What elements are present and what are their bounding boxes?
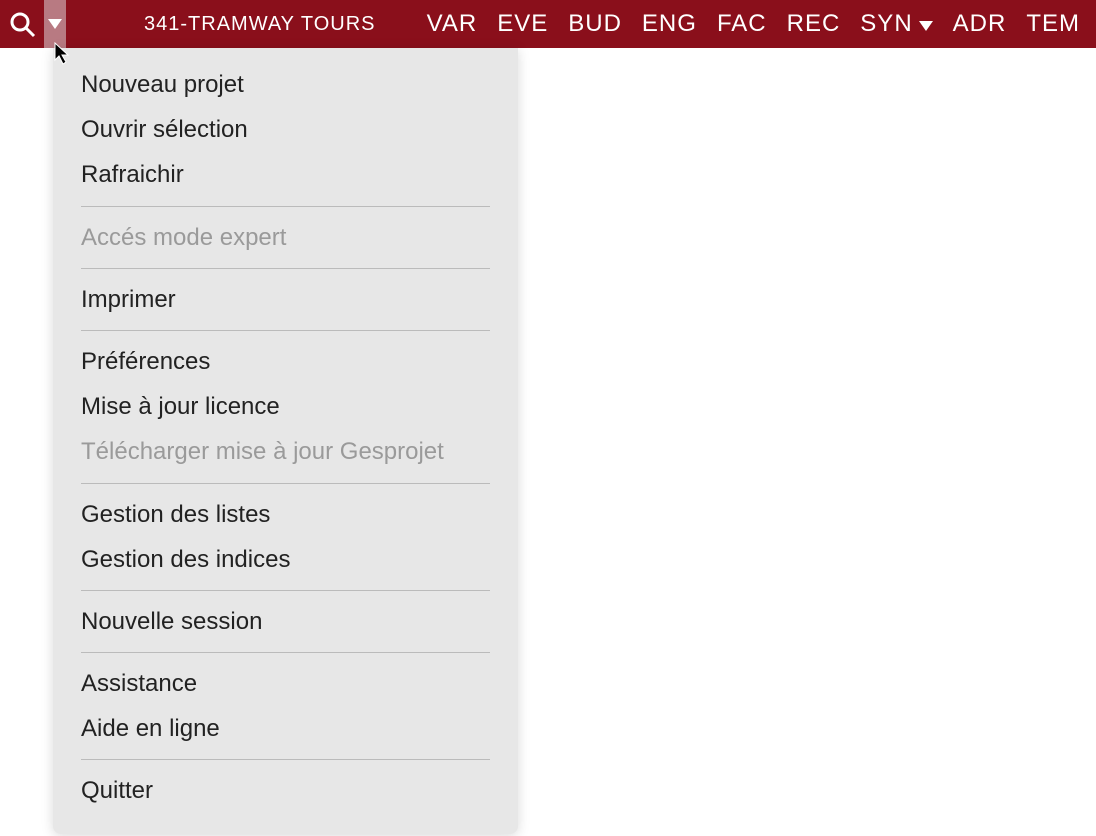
search-icon[interactable] [0, 0, 44, 48]
nav-tab-label: REC [787, 10, 841, 38]
menu-separator [81, 759, 490, 760]
menu-item[interactable]: Nouvelle session [53, 599, 518, 644]
project-title: 341-TRAMWAY TOURS [144, 13, 376, 36]
menu-separator [81, 652, 490, 653]
nav-tab-label: SYN [860, 10, 912, 38]
menu-item[interactable]: Gestion des indices [53, 537, 518, 582]
menu-item: Accés mode expert [53, 215, 518, 260]
menu-separator [81, 268, 490, 269]
topbar: 341-TRAMWAY TOURS VAR EVE BUD ENG FAC REC SYN A… [0, 0, 1096, 48]
nav-tab-eng[interactable]: ENG [632, 0, 707, 48]
nav-tab-tem[interactable]: TEM [1016, 0, 1090, 48]
nav-tab-rec[interactable]: REC [777, 0, 851, 48]
nav-tab-label: BUD [568, 10, 622, 38]
nav-tab-fac[interactable]: FAC [707, 0, 777, 48]
menu-separator [81, 206, 490, 207]
nav-tab-label: ENG [642, 10, 697, 38]
main-dropdown-menu: Nouveau projetOuvrir sélectionRafraichir… [53, 48, 518, 834]
chevron-down-icon [919, 10, 933, 38]
menu-item[interactable]: Imprimer [53, 277, 518, 322]
nav-tab-adr[interactable]: ADR [943, 0, 1017, 48]
menu-separator [81, 483, 490, 484]
nav-tab-label: EVE [497, 10, 548, 38]
nav-tab-label: ADR [953, 10, 1007, 38]
nav-tab-var[interactable]: VAR [417, 0, 488, 48]
nav-tab-bud[interactable]: BUD [558, 0, 632, 48]
menu-separator [81, 330, 490, 331]
nav-tabs: VAR EVE BUD ENG FAC REC SYN ADR TEM [417, 0, 1096, 48]
menu-item[interactable]: Préférences [53, 339, 518, 384]
nav-tab-eve[interactable]: EVE [487, 0, 558, 48]
menu-item[interactable]: Rafraichir [53, 152, 518, 197]
menu-item[interactable]: Aide en ligne [53, 706, 518, 751]
menu-item[interactable]: Assistance [53, 661, 518, 706]
menu-separator [81, 590, 490, 591]
nav-tab-label: FAC [717, 10, 767, 38]
main-menu-toggle[interactable] [44, 0, 66, 48]
nav-tab-label: TEM [1026, 10, 1080, 38]
menu-item[interactable]: Ouvrir sélection [53, 107, 518, 152]
menu-item[interactable]: Nouveau projet [53, 62, 518, 107]
nav-tab-syn[interactable]: SYN [850, 0, 942, 48]
nav-tab-label: VAR [427, 10, 478, 38]
menu-item: Télécharger mise à jour Gesprojet [53, 429, 518, 474]
menu-item[interactable]: Mise à jour licence [53, 384, 518, 429]
menu-item[interactable]: Gestion des listes [53, 492, 518, 537]
menu-item[interactable]: Quitter [53, 768, 518, 813]
